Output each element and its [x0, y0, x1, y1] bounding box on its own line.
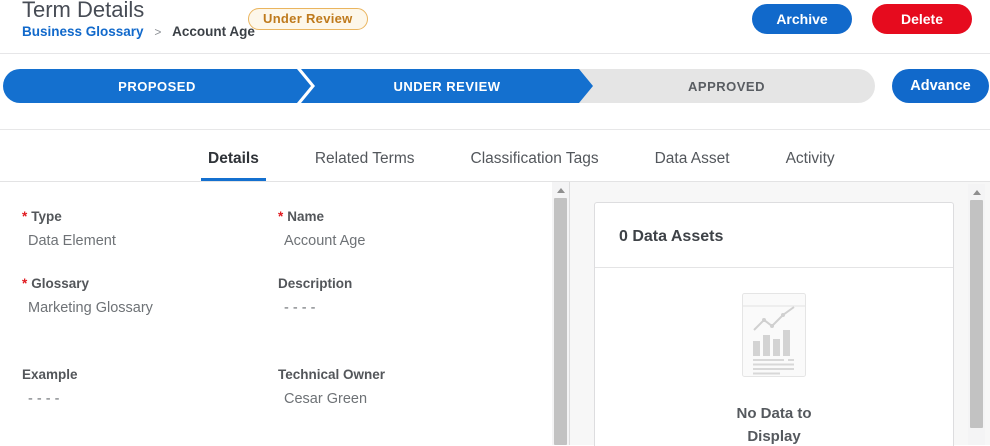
advance-button[interactable]: Advance: [892, 69, 989, 103]
right-panel-scrollbar[interactable]: [968, 184, 985, 445]
required-marker: *: [278, 209, 284, 224]
content-area: * Type Data Element * Name Account Age * Gl…: [0, 182, 990, 446]
data-assets-panel: 0 Data Assets No Data to Display: [570, 182, 990, 446]
field-value: - - - -: [28, 391, 60, 407]
required-marker: *: [22, 209, 28, 224]
no-data-chart-icon: [742, 293, 806, 377]
status-badge: Under Review: [248, 8, 368, 30]
scroll-up-icon[interactable]: [552, 182, 569, 198]
data-assets-card: 0 Data Assets No Data to Display: [594, 202, 954, 446]
field-glossary: * Glossary Marketing Glossary: [22, 276, 278, 316]
page-title: Term Details: [22, 0, 145, 22]
archive-button[interactable]: Archive: [752, 4, 852, 34]
data-assets-count-header: 0 Data Assets: [595, 203, 953, 268]
field-type: * Type Data Element: [22, 209, 278, 249]
tab-bar: Details Related Terms Classification Tag…: [0, 130, 990, 182]
field-value: - - - -: [284, 300, 316, 316]
breadcrumb: Business Glossary > Account Age: [22, 24, 255, 39]
workflow-stage-bar: PROPOSED UNDER REVIEW APPROVED Advance: [0, 69, 990, 103]
field-value: Data Element: [28, 233, 116, 249]
stage-label: UNDER REVIEW: [393, 78, 501, 94]
tab-activity[interactable]: Activity: [779, 150, 842, 181]
field-example: Example - - - -: [22, 367, 278, 407]
tab-details[interactable]: Details: [201, 150, 266, 181]
scroll-up-icon[interactable]: [968, 184, 985, 200]
field-label: Type: [31, 209, 62, 224]
empty-state: No Data to Display: [595, 268, 953, 446]
breadcrumb-current-term: Account Age: [172, 24, 255, 39]
field-label: Glossary: [31, 276, 90, 291]
field-value: Account Age: [284, 233, 366, 249]
scrollbar-thumb[interactable]: [970, 200, 983, 428]
stage-label: APPROVED: [688, 78, 765, 94]
tab-related-terms[interactable]: Related Terms: [308, 150, 422, 181]
no-data-message: No Data to Display: [736, 405, 812, 446]
workflow-stage-under-review[interactable]: UNDER REVIEW: [301, 69, 593, 103]
field-technical-owner: Technical Owner Cesar Green: [278, 367, 552, 407]
left-panel-scrollbar[interactable]: [552, 182, 569, 445]
breadcrumb-separator-icon: >: [154, 25, 162, 39]
scrollbar-thumb[interactable]: [554, 198, 567, 445]
tab-classification-tags[interactable]: Classification Tags: [464, 150, 606, 181]
delete-button[interactable]: Delete: [872, 4, 972, 34]
stage-label: PROPOSED: [118, 78, 196, 94]
workflow-stage-proposed[interactable]: PROPOSED: [3, 69, 311, 103]
field-label: Technical Owner: [278, 367, 386, 382]
details-form-panel: * Type Data Element * Name Account Age * Gl…: [0, 182, 552, 445]
field-name: * Name Account Age: [278, 209, 552, 249]
field-label: Description: [278, 276, 353, 291]
tab-data-asset[interactable]: Data Asset: [648, 150, 737, 181]
required-marker: *: [22, 276, 28, 291]
page-header: Term Details Business Glossary > Account…: [0, 0, 990, 54]
field-value: Cesar Green: [284, 391, 368, 407]
field-label: Name: [287, 209, 325, 224]
field-value: Marketing Glossary: [28, 300, 153, 316]
field-description: Description - - - -: [278, 276, 552, 316]
workflow-stage-approved[interactable]: APPROVED: [578, 69, 875, 103]
breadcrumb-business-glossary[interactable]: Business Glossary: [22, 24, 144, 39]
field-label: Example: [22, 367, 78, 382]
